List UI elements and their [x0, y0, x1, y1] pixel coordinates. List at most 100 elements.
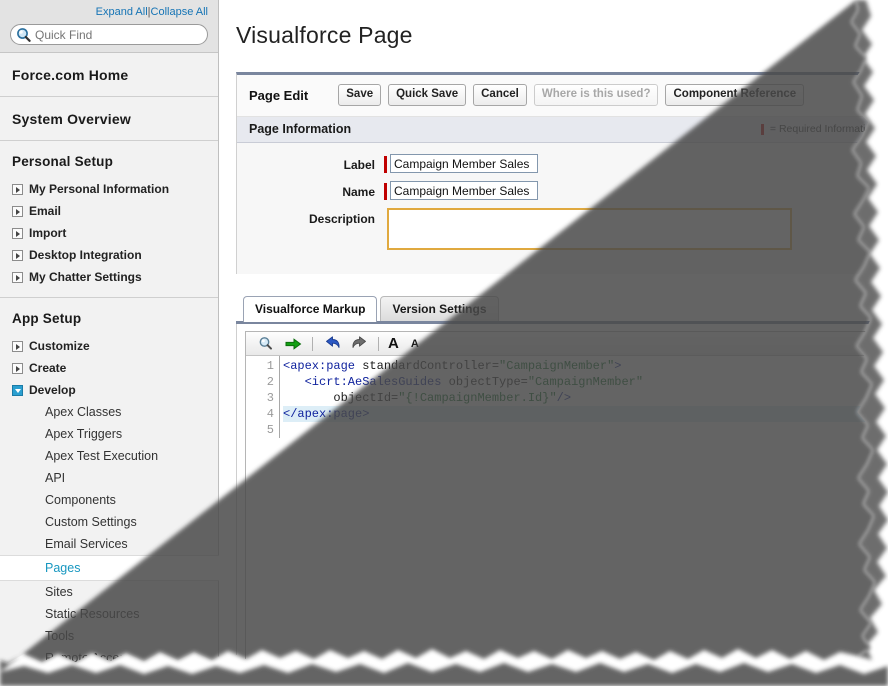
editor-container: A A 1 2 3 4 5 <apex:page standardControl… [236, 324, 888, 686]
sidebar-section-app-setup: App Setup [0, 298, 218, 335]
cancel-button[interactable]: Cancel [473, 84, 527, 106]
page-information-form: Label Name Description [237, 143, 887, 274]
label-input[interactable] [390, 154, 538, 173]
redo-icon[interactable] [347, 334, 371, 353]
sidebar-item-apex-triggers[interactable]: Apex Triggers [0, 423, 218, 445]
description-textarea[interactable] [387, 208, 792, 250]
code-token: standardController= [362, 359, 499, 373]
chevron-right-icon[interactable] [12, 272, 23, 283]
sidebar-section-personal-setup: Personal Setup [0, 141, 218, 178]
page-information-header: Page Information = Required Information [237, 117, 887, 143]
code-token: objectId= [333, 391, 398, 405]
code-text-area[interactable]: <apex:page standardController="CampaignM… [280, 356, 878, 438]
sidebar-item-apex-classes[interactable]: Apex Classes [0, 401, 218, 423]
chevron-right-icon[interactable] [12, 228, 23, 239]
sidebar-item-components[interactable]: Components [0, 489, 218, 511]
quick-find-input[interactable] [33, 28, 200, 42]
required-note-text: = Required Information [770, 123, 877, 135]
sidebar-item-force-home[interactable]: Force.com Home [0, 53, 218, 97]
code-token: "CampaignMember" [528, 375, 643, 389]
sidebar-item-static-resources[interactable]: Static Resources [0, 603, 218, 625]
code-token: <icrt:AeSalesGuides [283, 375, 449, 389]
code-line [283, 422, 878, 438]
sidebar-item-system-overview[interactable]: System Overview [0, 97, 218, 141]
page-information-title: Page Information [249, 122, 351, 136]
tab-visualforce-markup[interactable]: Visualforce Markup [243, 296, 377, 322]
code-token: </apex:page> [283, 407, 369, 421]
undo-icon[interactable] [320, 334, 344, 353]
sidebar-item-pages[interactable]: Pages [0, 555, 219, 581]
field-label: Description [237, 208, 375, 226]
quick-save-button[interactable]: Quick Save [388, 84, 466, 106]
code-token: "{!CampaignMember.Id}" [398, 391, 556, 405]
sidebar-item-my-personal-information[interactable]: My Personal Information [0, 178, 218, 200]
code-line: objectId="{!CampaignMember.Id}"/> [283, 390, 878, 406]
editor-body: 1 2 3 4 5 <apex:page standardController=… [246, 356, 878, 438]
chevron-right-icon[interactable] [12, 184, 23, 195]
collapse-all-link[interactable]: Collapse All [151, 6, 208, 18]
editor-toolbar: A A [246, 332, 878, 356]
sidebar-item-develop[interactable]: Develop [0, 379, 218, 401]
go-arrow-icon[interactable] [281, 334, 305, 353]
page-edit-panel: Page Edit Save Quick Save Cancel Where i… [236, 72, 888, 274]
expand-all-link[interactable]: Expand All [96, 6, 148, 18]
code-token: /> [557, 391, 571, 405]
sidebar-item-remote-access[interactable]: Remote Access [0, 647, 218, 669]
sidebar-item-create[interactable]: Create [0, 357, 218, 379]
sidebar-item-my-chatter-settings[interactable]: My Chatter Settings [0, 266, 218, 288]
sidebar-item-custom-settings[interactable]: Custom Settings [0, 511, 218, 533]
sidebar-item-tools[interactable]: Tools [0, 625, 218, 647]
code-token [283, 391, 333, 405]
chevron-right-icon[interactable] [12, 363, 23, 374]
sidebar-item-desktop-integration[interactable]: Desktop Integration [0, 244, 218, 266]
chevron-down-icon[interactable] [12, 385, 23, 396]
setup-sidebar: Expand All|Collapse All Force.com Home S… [0, 0, 219, 686]
sidebar-item-label: My Chatter Settings [29, 268, 142, 286]
line-number: 1 [246, 358, 274, 374]
form-row-description: Description [237, 208, 887, 250]
code-token: > [614, 359, 621, 373]
tab-version-settings[interactable]: Version Settings [380, 296, 498, 321]
main-content: Visualforce Page Page Edit Save Quick Sa… [220, 0, 888, 686]
code-token: <apex:page [283, 359, 362, 373]
toolbar-separator [378, 337, 379, 351]
sidebar-item-label: Create [29, 359, 66, 377]
component-reference-button[interactable]: Component Reference [665, 84, 804, 106]
sidebar-item-api[interactable]: API [0, 467, 218, 489]
sidebar-item-import[interactable]: Import [0, 222, 218, 244]
sidebar-item-customize[interactable]: Customize [0, 335, 218, 357]
page-edit-title: Page Edit [247, 88, 308, 103]
sidebar-item-label: Develop [29, 381, 76, 399]
code-token: objectType= [449, 375, 528, 389]
code-line: </apex:page> [283, 406, 878, 422]
page-title: Visualforce Page [220, 0, 888, 49]
font-larger-icon[interactable]: A [388, 337, 399, 351]
form-row-label: Label [237, 154, 887, 173]
name-input[interactable] [390, 181, 538, 200]
sidebar-item-email[interactable]: Email [0, 200, 218, 222]
where-is-this-used-button: Where is this used? [534, 84, 659, 106]
chevron-right-icon[interactable] [12, 341, 23, 352]
toolbar-separator [312, 337, 313, 351]
quick-find-box[interactable] [10, 24, 208, 45]
line-number: 5 [246, 422, 274, 438]
screenshot-root: Expand All|Collapse All Force.com Home S… [0, 0, 888, 686]
save-button[interactable]: Save [338, 84, 381, 106]
required-marker-icon [384, 183, 387, 200]
editor-tabs: Visualforce Markup Version Settings [236, 296, 888, 324]
sidebar-item-apex-test-execution[interactable]: Apex Test Execution [0, 445, 218, 467]
code-token: "CampaignMember" [499, 359, 614, 373]
field-label: Label [237, 154, 375, 172]
code-line: <apex:page standardController="CampaignM… [283, 358, 878, 374]
line-number: 2 [246, 374, 274, 390]
code-line: <icrt:AeSalesGuides objectType="Campaign… [283, 374, 878, 390]
sidebar-item-email-services[interactable]: Email Services [0, 533, 218, 555]
form-row-name: Name [237, 181, 887, 200]
sidebar-item-sites[interactable]: Sites [0, 581, 218, 603]
font-smaller-icon[interactable]: A [411, 337, 419, 351]
line-number-gutter: 1 2 3 4 5 [246, 356, 280, 438]
chevron-right-icon[interactable] [12, 250, 23, 261]
sidebar-item-label: Email [29, 202, 61, 220]
chevron-right-icon[interactable] [12, 206, 23, 217]
search-icon[interactable] [254, 334, 278, 353]
